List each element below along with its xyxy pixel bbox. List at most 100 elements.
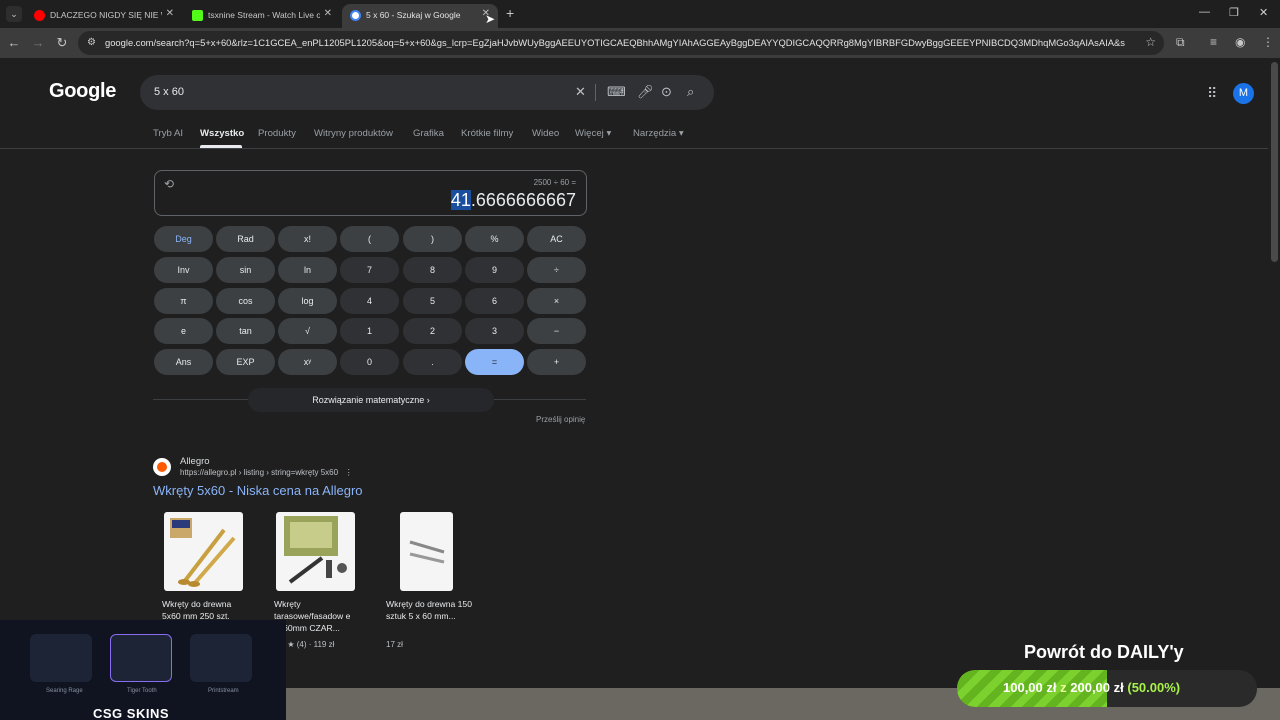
chevron-down-icon: ▾ — [678, 128, 684, 139]
search-box[interactable]: 5 x 60 ✕ ⌨ 🎤︎ ⊙ ⌕ — [140, 75, 714, 110]
skin-name: Searing Rage — [46, 688, 83, 694]
tab-all[interactable]: Wszystko — [200, 128, 244, 139]
math-solution-button[interactable]: Rozwiązanie matematyczne › — [248, 388, 494, 412]
result-url[interactable]: https://allegro.pl › listing › string=wk… — [180, 468, 353, 477]
calc-key[interactable]: ÷ — [527, 257, 586, 283]
calc-key[interactable]: √ — [278, 318, 337, 344]
divider — [595, 84, 596, 101]
calc-key[interactable]: Inv — [154, 257, 213, 283]
keyboard-icon[interactable]: ⌨ — [607, 84, 626, 100]
calc-key[interactable]: Ans — [154, 349, 213, 375]
terrace-screws-product-image — [276, 512, 355, 591]
calc-key[interactable]: 1 — [340, 318, 399, 344]
minimize-icon[interactable]: — — [1199, 6, 1210, 18]
bookmark-star-icon[interactable]: ☆ — [1145, 35, 1156, 49]
calc-key[interactable]: 5 — [403, 288, 462, 314]
calc-key[interactable]: 8 — [403, 257, 462, 283]
calc-key[interactable]: 6 — [465, 288, 524, 314]
browser-menu-icon[interactable]: ⋮ — [1262, 35, 1274, 49]
product-card[interactable]: Wkręty do drewna 150 sztuk 5 x 60 mm... … — [378, 506, 476, 658]
calc-key[interactable]: x! — [278, 226, 337, 252]
window-close-icon[interactable]: ✕ — [1259, 6, 1268, 19]
result-title-link[interactable]: Wkręty 5x60 - Niska cena na Allegro — [153, 483, 363, 498]
product-name: Wkręty tarasowe/fasadow e 5x60mm CZAR... — [274, 599, 351, 633]
tab-youtube[interactable]: DLACZEGO NIGDY SIĘ NIE WYS ✕ — [26, 4, 182, 28]
tab-videos[interactable]: Wideo — [532, 128, 559, 139]
avatar[interactable]: M — [1233, 83, 1254, 104]
more-options-icon[interactable]: ⋮ — [345, 468, 353, 477]
tab-kick[interactable]: tsxnine Stream - Watch Live on ✕ — [184, 4, 340, 28]
calc-key[interactable]: − — [527, 318, 586, 344]
math-solution-label: Rozwiązanie matematyczne — [312, 395, 425, 405]
product-name: Wkręty do drewna 150 sztuk 5 x 60 mm... — [386, 599, 472, 621]
calc-key[interactable]: Rad — [216, 226, 275, 252]
tab-tools[interactable]: Narzędzia ▾ — [633, 128, 684, 139]
calculator-result[interactable]: 41.6666666667 — [450, 190, 576, 211]
calc-key[interactable]: ) — [403, 226, 462, 252]
page-scrollbar[interactable] — [1271, 62, 1278, 262]
calculator-display: ⟲ 2500 ÷ 60 = 41.6666666667 — [154, 170, 587, 216]
tab-more[interactable]: Więcej ▾ — [575, 128, 611, 139]
close-tab-icon[interactable]: ✕ — [324, 8, 332, 19]
history-icon[interactable]: ⟲ — [164, 177, 174, 191]
search-input[interactable]: 5 x 60 — [154, 86, 184, 98]
calc-key[interactable]: ( — [340, 226, 399, 252]
tab-more-label: Więcej — [575, 128, 604, 139]
tab-tools-label: Narzędzia — [633, 128, 677, 139]
calc-key[interactable]: 0 — [340, 349, 399, 375]
site-info-icon[interactable]: ⚙ — [87, 37, 96, 48]
calc-key[interactable]: . — [403, 349, 462, 375]
search-icon[interactable]: ⌕ — [687, 84, 694, 100]
camera-lens-icon[interactable]: ⊙ — [661, 84, 672, 100]
calc-key[interactable]: × — [527, 288, 586, 314]
address-bar[interactable]: ⚙ google.com/search?q=5+x+60&rlz=1C1GCEA… — [78, 31, 1164, 55]
calc-key[interactable]: 9 — [465, 257, 524, 283]
calc-key[interactable]: cos — [216, 288, 275, 314]
tab-search-icon[interactable]: ⌄ — [6, 6, 22, 22]
calc-key[interactable]: tan — [216, 318, 275, 344]
calculator-keypad: Deg Rad x!()% AC Inv sin ln 7 8 9 ÷ π cos log 4 5 6 × e tan… — [154, 226, 587, 376]
tab-images[interactable]: Grafika — [413, 128, 444, 139]
calc-key[interactable]: + — [527, 349, 586, 375]
daily-separator: z — [1060, 680, 1067, 695]
feedback-link[interactable]: Prześlij opinię — [536, 415, 585, 424]
apps-grid-icon[interactable]: ⠿ — [1207, 85, 1217, 102]
calc-key[interactable]: % — [465, 226, 524, 252]
chevron-down-icon: ▾ — [606, 128, 612, 139]
maximize-icon[interactable]: ❐ — [1229, 6, 1239, 19]
calc-key[interactable]: 2 — [403, 318, 462, 344]
calc-key[interactable]: ln — [278, 257, 337, 283]
calc-key[interactable]: e — [154, 318, 213, 344]
back-icon[interactable]: ← — [6, 35, 22, 50]
calc-key[interactable]: = — [465, 349, 524, 375]
calc-key[interactable]: xʸ — [278, 349, 337, 375]
tab-bar: ⌄ DLACZEGO NIGDY SIĘ NIE WYS ✕ tsxnine S… — [0, 0, 1280, 28]
tab-product-sites[interactable]: Witryny produktów — [314, 128, 393, 139]
calc-key[interactable]: log — [278, 288, 337, 314]
google-logo[interactable]: Google — [49, 80, 116, 103]
extensions-icon[interactable]: ⧉ — [1176, 35, 1185, 50]
calc-key[interactable]: 4 — [340, 288, 399, 314]
clear-icon[interactable]: ✕ — [575, 84, 586, 100]
calc-key[interactable]: sin — [216, 257, 275, 283]
close-tab-icon[interactable]: ✕ — [166, 8, 174, 19]
calc-key[interactable]: 3 — [465, 318, 524, 344]
calc-key[interactable]: 7 — [340, 257, 399, 283]
awp-skin-icon — [190, 634, 252, 682]
media-controls-icon[interactable]: ≡ — [1210, 35, 1217, 49]
reload-icon[interactable]: ↻ — [54, 35, 70, 51]
tab-google[interactable]: 5 x 60 - Szukaj w Google ✕ — [342, 4, 498, 28]
calc-key[interactable]: AC — [527, 226, 586, 252]
profile-icon[interactable]: ◉ — [1235, 35, 1245, 49]
tab-ai-mode[interactable]: Tryb AI — [153, 128, 183, 139]
calc-key[interactable]: Deg — [154, 226, 213, 252]
calc-key[interactable]: EXP — [216, 349, 275, 375]
microphone-icon[interactable]: 🎤︎ — [637, 84, 654, 100]
tab-short-videos[interactable]: Krótkie filmy — [461, 128, 513, 139]
tab-products[interactable]: Produkty — [258, 128, 296, 139]
result-site-name[interactable]: Allegro — [180, 456, 210, 467]
forward-icon[interactable]: → — [30, 35, 46, 50]
new-tab-icon[interactable]: + — [506, 5, 514, 21]
url-text[interactable]: google.com/search?q=5+x+60&rlz=1C1GCEA_e… — [105, 37, 1125, 48]
calc-key[interactable]: π — [154, 288, 213, 314]
